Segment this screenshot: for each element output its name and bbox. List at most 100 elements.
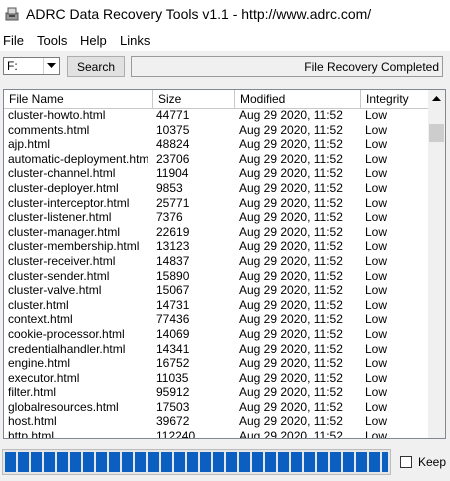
- table-row[interactable]: cluster.html 14731 Aug 29 2020, 11:52 Low: [4, 298, 428, 313]
- table-row[interactable]: credentialhandler.html 14341 Aug 29 2020, …: [4, 342, 428, 357]
- cell-integrity: Low: [365, 312, 388, 327]
- cell-size: 22619: [156, 224, 190, 239]
- cell-modified: Aug 29 2020, 11:52: [239, 180, 343, 195]
- table-row[interactable]: cookie-processor.html 14069 Aug 29 2020, 1…: [4, 327, 428, 342]
- cell-modified: Aug 29 2020, 11:52: [239, 370, 343, 385]
- table-row[interactable]: context.html 77436 Aug 29 2020, 11:52 Low: [4, 312, 428, 327]
- cell-size: 44771: [156, 108, 190, 122]
- cell-size: 10375: [156, 122, 190, 137]
- vertical-scrollbar[interactable]: [428, 90, 445, 438]
- table-row[interactable]: cluster-howto.html 44771 Aug 29 2020, 11:5…: [4, 108, 428, 123]
- toolbar: F: Search File Recovery Completed: [0, 51, 450, 81]
- chevron-down-icon[interactable]: [43, 58, 59, 74]
- cell-integrity: Low: [365, 297, 388, 312]
- cell-integrity: Low: [365, 268, 388, 283]
- cell-modified: Aug 29 2020, 11:52: [239, 312, 343, 327]
- cell-integrity: Low: [365, 414, 388, 429]
- cell-modified: Aug 29 2020, 11:52: [239, 122, 343, 137]
- table-row[interactable]: cluster-manager.html 22619 Aug 29 2020, 11…: [4, 225, 428, 240]
- cell-integrity: Low: [365, 137, 388, 152]
- table-row[interactable]: http.html 112240 Aug 29 2020, 11:52 Low: [4, 429, 428, 439]
- cell-modified: Aug 29 2020, 11:52: [239, 414, 343, 429]
- table-row[interactable]: comments.html 10375 Aug 29 2020, 11:52 Low: [4, 123, 428, 138]
- table-row[interactable]: ajp.html 48824 Aug 29 2020, 11:52 Low: [4, 137, 428, 152]
- status-text: File Recovery Completed: [304, 60, 439, 74]
- cell-modified: Aug 29 2020, 11:52: [239, 195, 343, 210]
- cell-integrity: Low: [365, 370, 388, 385]
- cell-size: 11035: [156, 370, 189, 385]
- menu-file[interactable]: File: [3, 33, 24, 48]
- file-list[interactable]: File Name Size Modified Integrity cluste…: [3, 89, 446, 439]
- cell-file-name: automatic-deployment.html: [8, 151, 148, 166]
- cell-size: 16752: [156, 356, 190, 371]
- table-body: cluster-howto.html 44771 Aug 29 2020, 11:5…: [4, 108, 428, 439]
- cell-modified: Aug 29 2020, 11:52: [239, 297, 343, 312]
- cell-modified: Aug 29 2020, 11:52: [239, 166, 343, 181]
- menu-bar: File Tools Help Links: [0, 30, 450, 51]
- cell-file-name: cluster-manager.html: [8, 224, 121, 239]
- keep-checkbox[interactable]: [400, 456, 412, 468]
- table-row[interactable]: engine.html 16752 Aug 29 2020, 11:52 Low: [4, 356, 428, 371]
- window-title: ADRC Data Recovery Tools v1.1 - http://w…: [26, 6, 372, 22]
- cell-size: 25771: [156, 195, 190, 210]
- cell-size: 14341: [156, 341, 190, 356]
- table-row[interactable]: globalresources.html 17503 Aug 29 2020, 11…: [4, 400, 428, 415]
- column-size[interactable]: Size: [153, 90, 235, 108]
- cell-modified: Aug 29 2020, 11:52: [239, 268, 343, 283]
- column-file-name[interactable]: File Name: [4, 90, 153, 108]
- cell-file-name: ajp.html: [8, 137, 51, 152]
- cell-integrity: Low: [365, 341, 388, 356]
- menu-links[interactable]: Links: [120, 33, 150, 48]
- cell-modified: Aug 29 2020, 11:52: [239, 283, 343, 298]
- cell-file-name: cluster-deployer.html: [8, 180, 119, 195]
- cell-integrity: Low: [365, 122, 388, 137]
- status-box: File Recovery Completed: [131, 56, 443, 77]
- cell-modified: Aug 29 2020, 11:52: [239, 326, 343, 341]
- table-row[interactable]: cluster-listener.html 7376 Aug 29 2020, 11…: [4, 210, 428, 225]
- table-row[interactable]: host.html 39672 Aug 29 2020, 11:52 Low: [4, 414, 428, 429]
- table-row[interactable]: executor.html 11035 Aug 29 2020, 11:52 Low: [4, 371, 428, 386]
- cell-size: 14069: [156, 326, 190, 341]
- cell-modified: Aug 29 2020, 11:52: [239, 429, 343, 439]
- table-row[interactable]: automatic-deployment.html 23706 Aug 29 202…: [4, 152, 428, 167]
- cell-modified: Aug 29 2020, 11:52: [239, 385, 343, 400]
- app-icon: [5, 7, 19, 21]
- column-modified[interactable]: Modified: [235, 90, 361, 108]
- column-integrity[interactable]: Integrity: [361, 90, 428, 108]
- cell-size: 14731: [156, 297, 190, 312]
- progress-fill: [5, 452, 388, 472]
- cell-modified: Aug 29 2020, 11:52: [239, 239, 343, 254]
- progress-bar: [2, 449, 391, 475]
- cell-size: 17503: [156, 399, 190, 414]
- cell-modified: Aug 29 2020, 11:52: [239, 341, 343, 356]
- menu-tools[interactable]: Tools: [37, 33, 67, 48]
- search-button[interactable]: Search: [67, 56, 125, 77]
- scroll-up-arrow-icon[interactable]: [428, 90, 445, 107]
- cell-integrity: Low: [365, 326, 388, 341]
- table-row[interactable]: cluster-interceptor.html 25771 Aug 29 2020…: [4, 196, 428, 211]
- scroll-thumb[interactable]: [429, 124, 444, 142]
- cell-size: 48824: [156, 137, 190, 152]
- table-row[interactable]: cluster-deployer.html 9853 Aug 29 2020, 11…: [4, 181, 428, 196]
- table-row[interactable]: cluster-membership.html 13123 Aug 29 2020,…: [4, 239, 428, 254]
- cell-size: 15067: [156, 283, 190, 298]
- table-row[interactable]: cluster-valve.html 15067 Aug 29 2020, 11:5…: [4, 283, 428, 298]
- cell-file-name: cookie-processor.html: [8, 326, 125, 341]
- cell-file-name: cluster-sender.html: [8, 268, 110, 283]
- cell-size: 77436: [156, 312, 190, 327]
- cell-size: 39672: [156, 414, 190, 429]
- cell-file-name: cluster-listener.html: [8, 210, 112, 225]
- cell-file-name: cluster-interceptor.html: [8, 195, 130, 210]
- table-row[interactable]: filter.html 95912 Aug 29 2020, 11:52 Low: [4, 385, 428, 400]
- table-row[interactable]: cluster-receiver.html 14837 Aug 29 2020, 1…: [4, 254, 428, 269]
- table-row[interactable]: cluster-sender.html 15890 Aug 29 2020, 11:…: [4, 269, 428, 284]
- cell-modified: Aug 29 2020, 11:52: [239, 399, 343, 414]
- drive-select[interactable]: F:: [3, 57, 60, 75]
- cell-file-name: cluster-howto.html: [8, 108, 106, 122]
- cell-size: 11904: [156, 166, 189, 181]
- cell-file-name: http.html: [8, 429, 55, 439]
- menu-help[interactable]: Help: [80, 33, 107, 48]
- drive-value: F:: [7, 59, 18, 73]
- cell-integrity: Low: [365, 108, 388, 122]
- table-row[interactable]: cluster-channel.html 11904 Aug 29 2020, 11…: [4, 166, 428, 181]
